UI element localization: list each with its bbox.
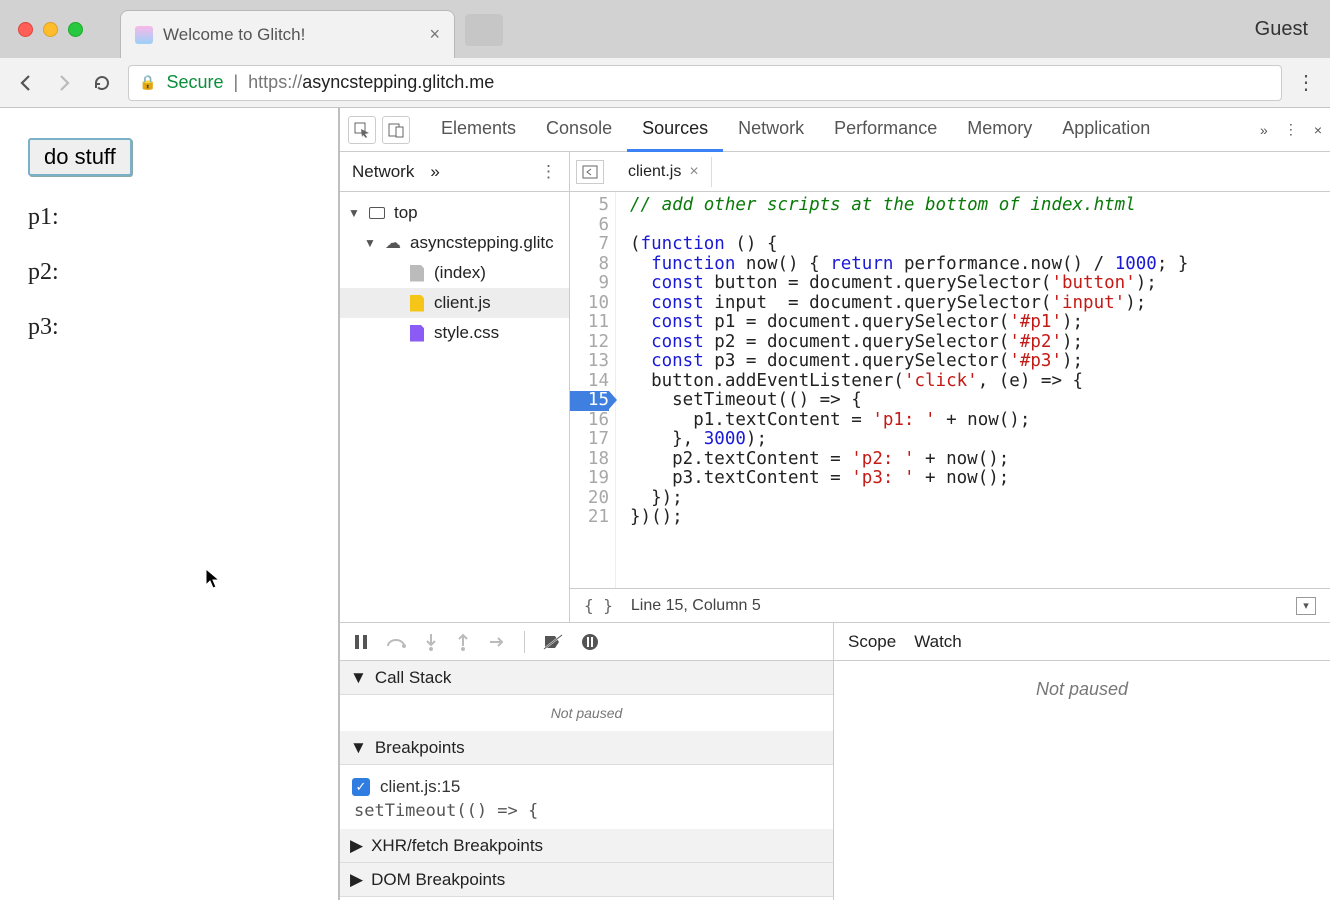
- step-out-icon[interactable]: [456, 633, 470, 651]
- more-panels-icon[interactable]: »: [1260, 122, 1268, 138]
- window-controls: [0, 22, 83, 37]
- devtools: ElementsConsoleSourcesNetworkPerformance…: [340, 108, 1330, 900]
- devtools-tab-performance[interactable]: Performance: [819, 108, 952, 152]
- pause-icon[interactable]: [354, 634, 368, 650]
- file-item[interactable]: (index): [340, 258, 569, 288]
- show-navigator-icon[interactable]: [576, 160, 604, 184]
- profile-label[interactable]: Guest: [1255, 18, 1308, 41]
- secure-label: Secure: [166, 72, 223, 93]
- code-editor[interactable]: 56789101112131415161718192021 // add oth…: [570, 192, 1330, 588]
- folder-icon: [369, 207, 385, 219]
- breakpoints-header[interactable]: ▼Breakpoints: [340, 731, 833, 765]
- url-text: https://asyncstepping.glitch.me: [248, 72, 494, 93]
- call-stack-state: Not paused: [340, 695, 833, 731]
- file-icon: [410, 265, 424, 282]
- file-tree: ▼top ▼☁asyncstepping.glitc (index)client…: [340, 192, 569, 622]
- devtools-tab-network[interactable]: Network: [723, 108, 819, 152]
- breakpoint-snippet: setTimeout(() => {: [352, 801, 821, 821]
- breakpoint-checkbox[interactable]: [352, 778, 370, 796]
- dom-breakpoints-header[interactable]: ▶DOM Breakpoints: [340, 863, 833, 897]
- pause-exceptions-icon[interactable]: [581, 633, 599, 651]
- navigator-menu-icon[interactable]: ⋮: [540, 162, 557, 182]
- zoom-window-button[interactable]: [68, 22, 83, 37]
- scope-tab[interactable]: Scope: [848, 632, 896, 652]
- editor-statusbar: { } Line 15, Column 5 ▾: [570, 588, 1330, 622]
- scope-tabbar: Scope Watch: [834, 623, 1330, 661]
- lock-icon: 🔒: [139, 74, 156, 91]
- scope-state: Not paused: [834, 661, 1330, 900]
- browser-menu-button[interactable]: ⋮: [1296, 70, 1316, 95]
- source-tabbar: client.js×: [570, 152, 1330, 192]
- cursor-position: Line 15, Column 5: [631, 597, 761, 615]
- inspect-icon[interactable]: [348, 116, 376, 144]
- debugger-toolbar: [340, 623, 833, 661]
- source-editor-pane: client.js× 56789101112131415161718192021…: [570, 152, 1330, 622]
- xhr-breakpoints-header[interactable]: ▶XHR/fetch Breakpoints: [340, 829, 833, 863]
- breakpoint-label: client.js:15: [380, 777, 460, 797]
- close-source-tab-icon[interactable]: ×: [689, 163, 698, 181]
- devtools-tab-console[interactable]: Console: [531, 108, 627, 152]
- window-titlebar: Welcome to Glitch! × Guest: [0, 0, 1330, 58]
- devtools-menu-icon[interactable]: ⋮: [1284, 121, 1298, 138]
- step-over-icon[interactable]: [386, 634, 406, 650]
- file-item[interactable]: style.css: [340, 318, 569, 348]
- close-devtools-icon[interactable]: ×: [1314, 122, 1322, 138]
- devtools-tab-application[interactable]: Application: [1047, 108, 1165, 152]
- omnibox[interactable]: 🔒 Secure | https://asyncstepping.glitch.…: [128, 65, 1282, 101]
- devtools-tab-memory[interactable]: Memory: [952, 108, 1047, 152]
- pretty-print-icon[interactable]: { }: [584, 596, 613, 615]
- breakpoint-entry[interactable]: client.js:15: [352, 773, 821, 801]
- file-icon: [410, 295, 424, 312]
- cursor-icon: [205, 568, 221, 590]
- separator: [524, 631, 525, 653]
- p3-label: p3:: [28, 314, 310, 341]
- close-window-button[interactable]: [18, 22, 33, 37]
- p2-label: p2:: [28, 259, 310, 286]
- devtools-tab-elements[interactable]: Elements: [426, 108, 531, 152]
- step-into-icon[interactable]: [424, 633, 438, 651]
- navigator-tab-network[interactable]: Network: [352, 162, 414, 182]
- close-tab-icon[interactable]: ×: [429, 24, 440, 45]
- call-stack-header[interactable]: ▼Call Stack: [340, 661, 833, 695]
- back-button[interactable]: [14, 71, 38, 95]
- navigator-tabbar: Network » ⋮: [340, 152, 569, 192]
- browser-toolbar: 🔒 Secure | https://asyncstepping.glitch.…: [0, 58, 1330, 108]
- reload-button[interactable]: [90, 71, 114, 95]
- source-tab-clientjs[interactable]: client.js×: [616, 157, 712, 187]
- sources-navigator: Network » ⋮ ▼top ▼☁asyncstepping.glitc (…: [340, 152, 570, 622]
- p1-label: p1:: [28, 204, 310, 231]
- minimize-window-button[interactable]: [43, 22, 58, 37]
- new-tab-button[interactable]: [465, 14, 503, 46]
- more-navigator-tabs-icon[interactable]: »: [430, 162, 439, 182]
- statusbar-dropdown-icon[interactable]: ▾: [1296, 597, 1316, 615]
- separator: |: [233, 72, 238, 93]
- devtools-tab-sources[interactable]: Sources: [627, 108, 723, 152]
- debugger-pane: ▼Call Stack Not paused ▼Breakpoints clie…: [340, 622, 1330, 900]
- cloud-icon: ☁: [384, 234, 402, 252]
- tree-domain[interactable]: ▼☁asyncstepping.glitc: [340, 228, 569, 258]
- do-stuff-button[interactable]: do stuff: [28, 138, 132, 176]
- tree-top[interactable]: ▼top: [340, 198, 569, 228]
- devtools-tabbar: ElementsConsoleSourcesNetworkPerformance…: [340, 108, 1330, 152]
- file-item[interactable]: client.js: [340, 288, 569, 318]
- favicon-icon: [135, 26, 153, 44]
- breakpoints-body: client.js:15 setTimeout(() => {: [340, 765, 833, 829]
- tab-title: Welcome to Glitch!: [163, 25, 419, 45]
- forward-button[interactable]: [52, 71, 76, 95]
- step-icon[interactable]: [488, 635, 506, 649]
- device-mode-icon[interactable]: [382, 116, 410, 144]
- watch-tab[interactable]: Watch: [914, 632, 962, 652]
- deactivate-breakpoints-icon[interactable]: [543, 634, 563, 650]
- file-icon: [410, 325, 424, 342]
- page-viewport: do stuff p1: p2: p3:: [0, 108, 340, 900]
- browser-tab[interactable]: Welcome to Glitch! ×: [120, 10, 455, 58]
